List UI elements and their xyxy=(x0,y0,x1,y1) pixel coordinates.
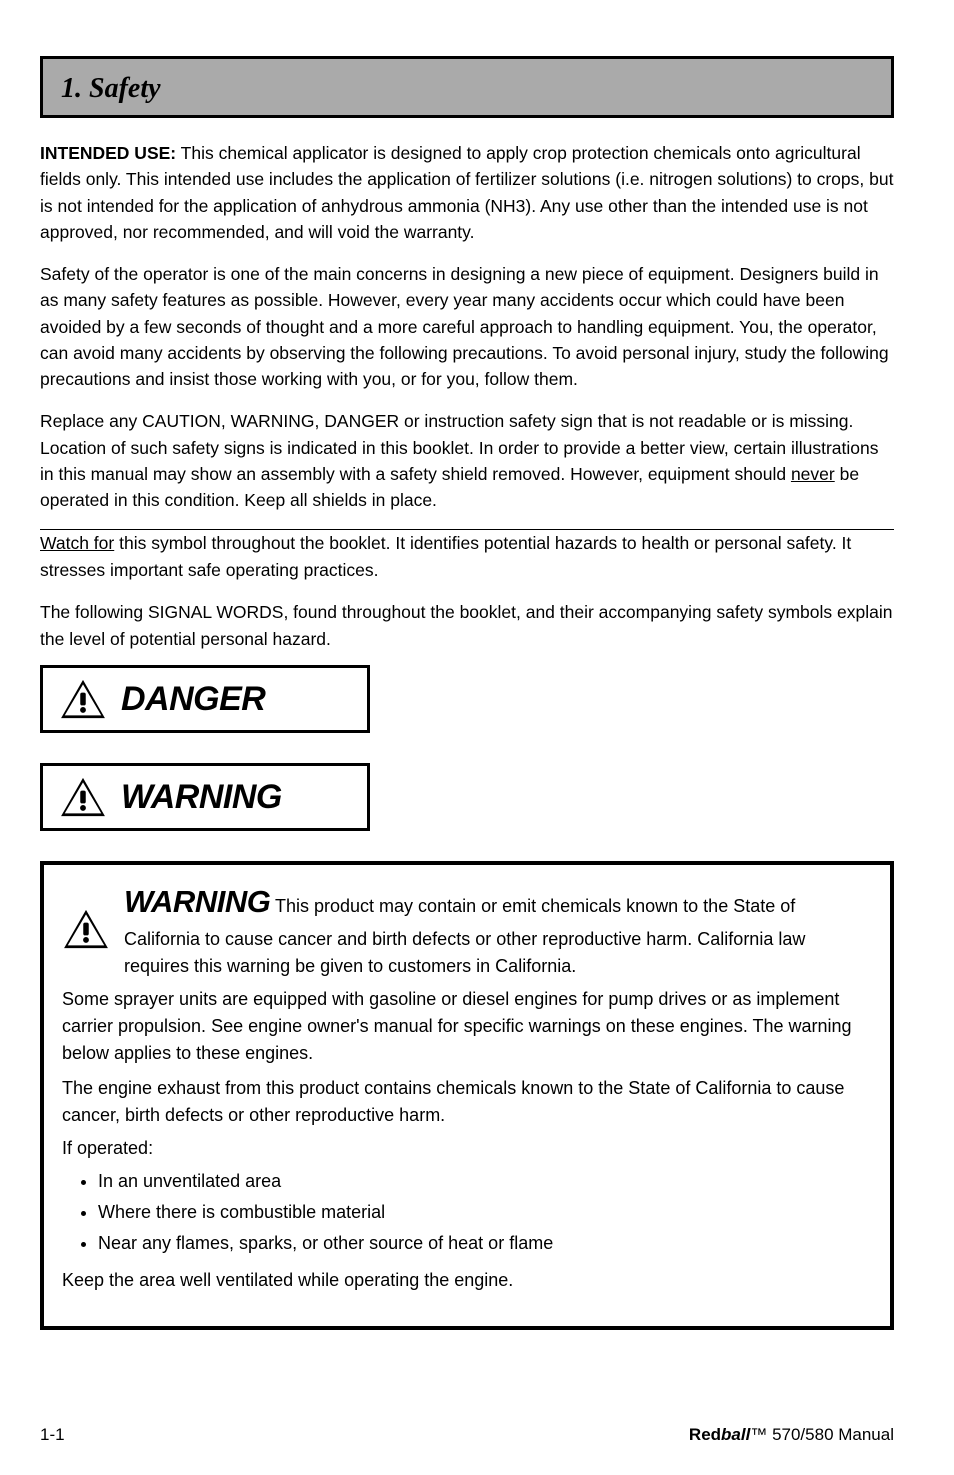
danger-box: DANGER xyxy=(40,665,370,733)
section-header: 1. Safety xyxy=(40,56,894,118)
page-footer: 1-1 Redball™ 570/580 Manual xyxy=(40,1425,894,1445)
alert-triangle-icon xyxy=(59,776,107,818)
big-warning-p2: The engine exhaust from this product con… xyxy=(62,1075,872,1129)
footer-brand-italic: ball xyxy=(721,1425,750,1444)
footer-manual: 570/580 Manual xyxy=(767,1425,894,1444)
footer-right: Redball™ 570/580 Manual xyxy=(689,1425,894,1445)
watch-for-underline: Watch for xyxy=(40,533,114,553)
alert-triangle-icon xyxy=(62,908,110,950)
danger-word: DANGER xyxy=(121,680,265,719)
big-warning-word: WARNING xyxy=(124,884,270,919)
bullet-item: In an unventilated area xyxy=(98,1168,872,1195)
signal-word-boxes: DANGER WARNING xyxy=(40,665,894,831)
big-warning-p1: Some sprayer units are equipped with gas… xyxy=(62,986,872,1067)
paragraph-intended-use: INTENDED USE: This chemical applicator i… xyxy=(40,140,894,245)
never-underline: never xyxy=(791,464,835,484)
warning-word: WARNING xyxy=(121,778,282,817)
big-warning-heading-text: WARNING This product may contain or emit… xyxy=(124,879,872,980)
big-warning-ventilated: Keep the area well ventilated while oper… xyxy=(62,1267,872,1294)
paragraph-replace-signs: Replace any CAUTION, WARNING, DANGER or … xyxy=(40,408,894,513)
body-text: INTENDED USE: This chemical applicator i… xyxy=(40,140,894,583)
paragraph-safety-operator: Safety of the operator is one of the mai… xyxy=(40,261,894,392)
footer-brand: Red xyxy=(689,1425,721,1444)
bullet-item: Where there is combustible material xyxy=(98,1199,872,1226)
signal-words-intro: The following SIGNAL WORDS, found throug… xyxy=(40,599,894,653)
section-title: 1. Safety xyxy=(61,73,161,104)
bullet-item: Near any flames, sparks, or other source… xyxy=(98,1230,872,1257)
paragraph-watch-for: Watch for this symbol throughout the boo… xyxy=(40,530,894,583)
warning-box: WARNING xyxy=(40,763,370,831)
page: 1. Safety INTENDED USE: This chemical ap… xyxy=(0,0,954,1475)
big-warning-bullets: In an unventilated area Where there is c… xyxy=(62,1168,872,1257)
alert-triangle-icon xyxy=(59,678,107,720)
big-warning-box: WARNING This product may contain or emit… xyxy=(40,861,894,1330)
footer-left: 1-1 xyxy=(40,1425,65,1445)
big-warning-header: WARNING This product may contain or emit… xyxy=(62,879,872,980)
big-warning-bullets-intro: If operated: xyxy=(62,1135,872,1162)
footer-tm: ™ xyxy=(750,1425,767,1444)
intended-use-label: INTENDED USE: xyxy=(40,143,176,163)
